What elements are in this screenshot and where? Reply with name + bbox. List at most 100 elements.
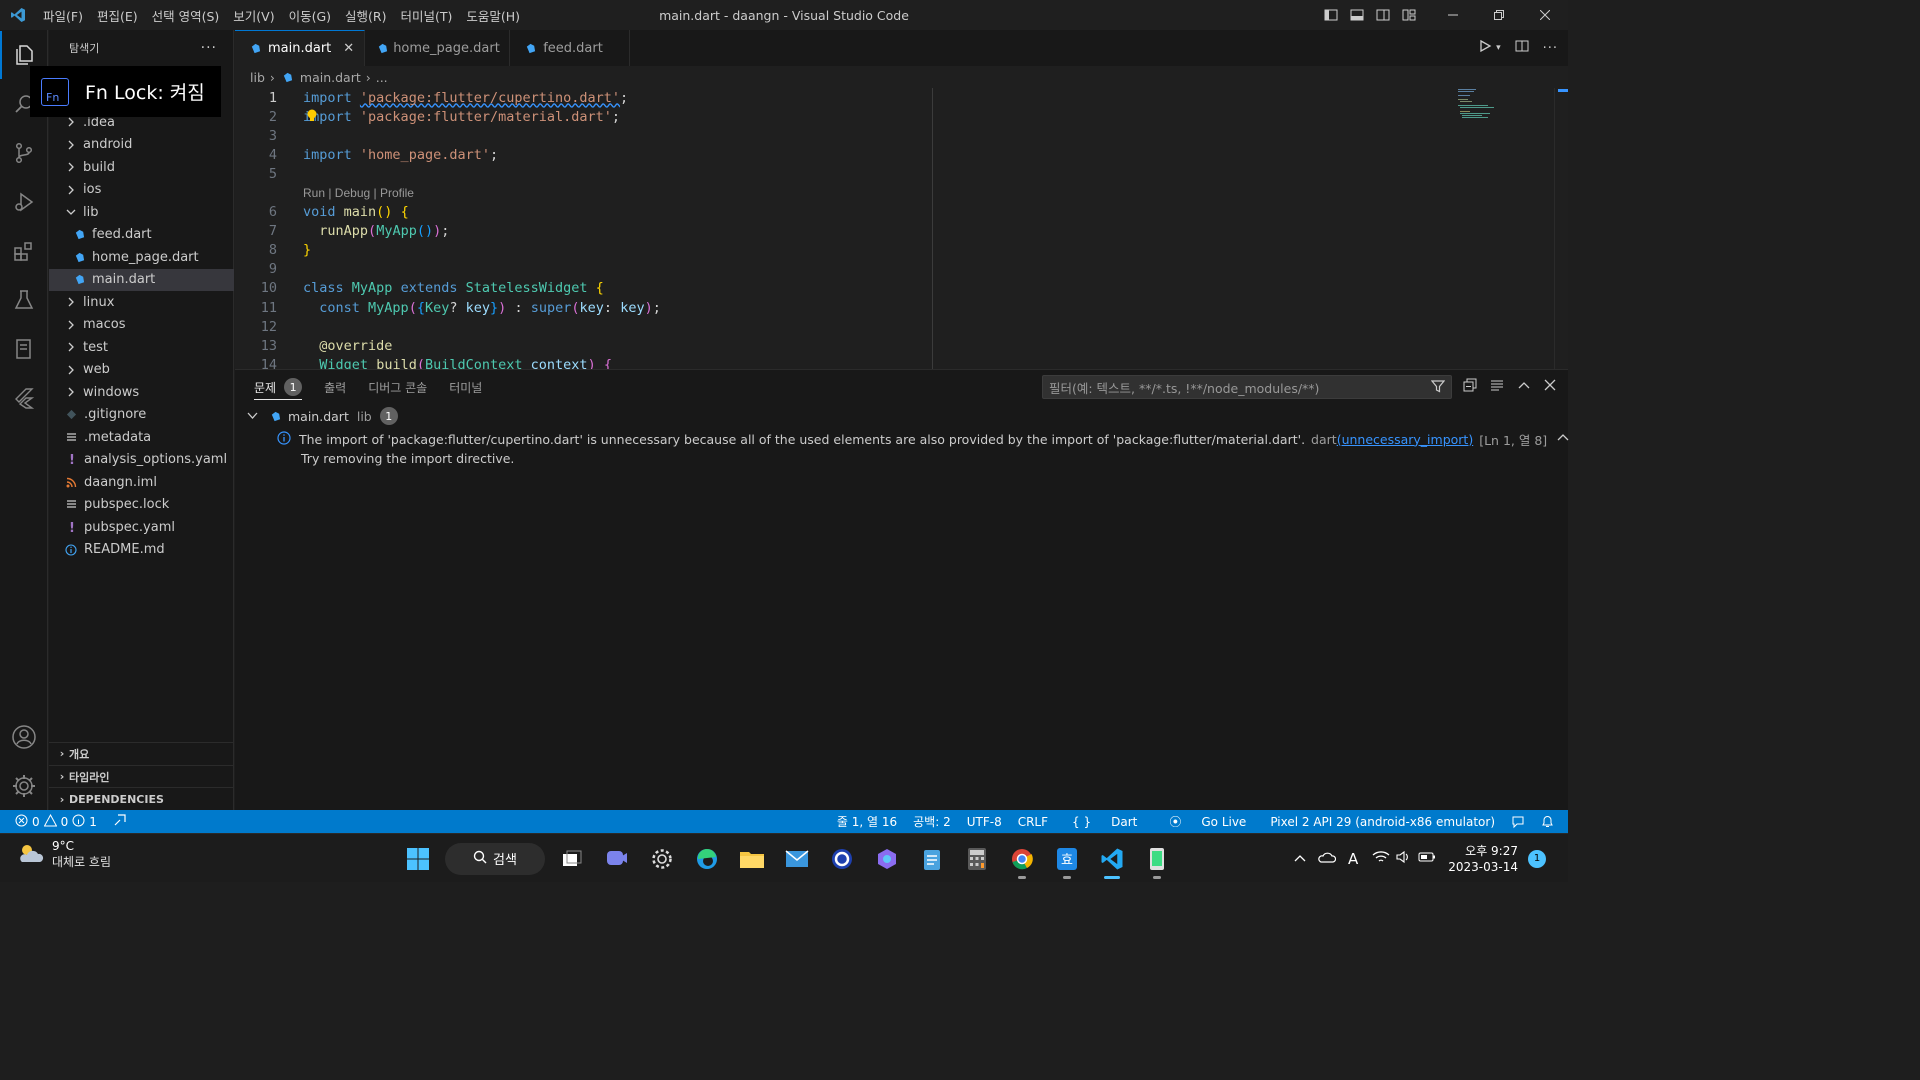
dictionary-app-icon[interactable]: 효 xyxy=(1049,841,1085,879)
end-of-line[interactable]: CRLF xyxy=(1010,815,1056,829)
calculator-icon[interactable] xyxy=(959,841,995,877)
folder-item[interactable]: build xyxy=(49,156,234,179)
file-item[interactable]: ! analysis_options.yaml xyxy=(49,449,234,472)
menu-edit[interactable]: 편집(E) xyxy=(90,6,145,25)
accounts-icon[interactable] xyxy=(0,713,48,761)
tab-debug-console[interactable]: 디버그 콘솔 xyxy=(368,370,427,404)
extensions-icon[interactable] xyxy=(0,227,48,275)
settings-gear-icon[interactable] xyxy=(0,762,48,810)
folder-item[interactable]: lib xyxy=(49,201,234,224)
toggle-primary-sidebar-icon[interactable] xyxy=(1318,7,1344,23)
notification-badge[interactable]: 1 xyxy=(1528,849,1546,868)
language-mode[interactable]: { } Dart xyxy=(1056,815,1153,829)
folder-item[interactable]: web xyxy=(49,359,234,382)
menu-file[interactable]: 파일(F) xyxy=(36,6,90,25)
notepad-icon[interactable] xyxy=(914,841,950,877)
dependencies-section[interactable]: › DEPENDENCIES xyxy=(49,787,234,810)
filter-icon[interactable] xyxy=(1430,379,1446,396)
go-live-button[interactable]: ⦿ Go Live xyxy=(1153,813,1262,830)
folder-item[interactable]: macos xyxy=(49,314,234,337)
close-panel-icon[interactable] xyxy=(1544,379,1556,395)
battery-icon[interactable] xyxy=(1418,851,1436,866)
editor-more-actions-icon[interactable]: ··· xyxy=(1543,41,1558,56)
chrome-browser-icon[interactable] xyxy=(1004,841,1040,879)
encoding[interactable]: UTF-8 xyxy=(959,815,1010,829)
run-debug-icon[interactable] xyxy=(0,178,48,226)
outline-section[interactable]: › 개요 xyxy=(49,742,234,765)
tab-terminal[interactable]: 터미널 xyxy=(449,370,482,404)
port-forward-icon[interactable] xyxy=(113,813,127,830)
file-item[interactable]: home_page.dart xyxy=(49,246,234,269)
wifi-icon[interactable] xyxy=(1372,850,1390,867)
breadcrumb-file[interactable]: main.dart xyxy=(300,70,361,85)
maximize-panel-icon[interactable] xyxy=(1517,378,1531,396)
run-icon[interactable] xyxy=(1478,39,1492,57)
problem-file-row[interactable]: main.dart lib 1 xyxy=(235,405,1568,427)
task-view-icon[interactable] xyxy=(554,841,590,877)
editor-scrollbar[interactable] xyxy=(1554,88,1568,369)
file-item[interactable]: main.dart xyxy=(49,268,234,291)
vscode-taskbar-icon[interactable] xyxy=(1094,841,1130,879)
android-emulator-icon[interactable] xyxy=(1139,841,1175,879)
problems-status[interactable]: 0 0 1 xyxy=(0,813,127,830)
file-item[interactable]: feed.dart xyxy=(49,224,234,247)
flutter-icon[interactable] xyxy=(0,374,48,422)
breadcrumb-more[interactable]: ... xyxy=(376,70,388,85)
cortana-app-icon[interactable] xyxy=(824,841,860,877)
notifications-bell-icon[interactable] xyxy=(1533,815,1568,829)
file-item[interactable]: ! pubspec.yaml xyxy=(49,516,234,539)
folder-item[interactable]: ios xyxy=(49,179,234,202)
feedback-icon[interactable] xyxy=(1503,815,1533,829)
toggle-panel-icon[interactable] xyxy=(1344,7,1370,23)
more-actions-icon[interactable]: ··· xyxy=(201,40,217,56)
folder-item[interactable]: test xyxy=(49,336,234,359)
toggle-secondary-sidebar-icon[interactable] xyxy=(1370,7,1396,23)
testing-icon[interactable] xyxy=(0,276,48,324)
copilot-icon[interactable] xyxy=(869,841,905,877)
problem-code-link[interactable]: (unnecessary_import) xyxy=(1337,432,1474,447)
close-window-button[interactable] xyxy=(1522,0,1568,30)
tab-home-page-dart[interactable]: home_page.dart xyxy=(365,30,511,66)
file-explorer-icon[interactable] xyxy=(734,841,770,877)
problem-item[interactable]: The import of 'package:flutter/cupertino… xyxy=(277,428,1569,450)
clock[interactable]: 오후 9:27 2023-03-14 xyxy=(1448,843,1518,875)
split-editor-icon[interactable] xyxy=(1515,39,1529,57)
flutter-device[interactable]: Pixel 2 API 29 (android-x86 emulator) xyxy=(1262,815,1503,829)
lightbulb-icon[interactable] xyxy=(306,109,318,123)
tab-feed-dart[interactable]: feed.dart xyxy=(510,30,631,66)
show-hidden-icons-icon[interactable] xyxy=(1294,852,1306,866)
menu-help[interactable]: 도움말(H) xyxy=(459,6,527,25)
view-as-list-icon[interactable] xyxy=(1490,378,1504,396)
taskbar-search[interactable]: 검색 xyxy=(445,842,545,875)
restore-button[interactable] xyxy=(1476,0,1522,30)
minimap[interactable] xyxy=(1458,88,1498,128)
file-item[interactable]: pubspec.lock xyxy=(49,494,234,517)
mail-icon[interactable] xyxy=(779,841,815,877)
windows-start-icon[interactable] xyxy=(400,841,436,877)
ime-language-icon[interactable]: A xyxy=(1348,850,1358,868)
tab-output[interactable]: 출력 xyxy=(324,370,346,404)
chevron-down-icon[interactable]: ▾ xyxy=(1496,43,1501,53)
menu-terminal[interactable]: 터미널(T) xyxy=(394,6,460,25)
folder-item[interactable]: windows xyxy=(49,381,234,404)
teams-chat-icon[interactable] xyxy=(599,841,635,877)
file-item[interactable]: .metadata xyxy=(49,426,234,449)
file-item[interactable]: .gitignore xyxy=(49,404,234,427)
edge-browser-icon[interactable] xyxy=(689,841,725,877)
collapse-all-icon[interactable] xyxy=(1463,378,1477,396)
customize-layout-icon[interactable] xyxy=(1396,7,1422,23)
menu-run[interactable]: 실행(R) xyxy=(338,6,393,25)
file-item[interactable]: daangn.iml xyxy=(49,471,234,494)
tab-problems[interactable]: 문제 1 xyxy=(254,370,303,404)
menu-view[interactable]: 보기(V) xyxy=(226,6,281,25)
breadcrumb-folder[interactable]: lib xyxy=(250,70,265,85)
weather-widget[interactable]: 9°C 대체로 흐림 xyxy=(16,839,111,870)
minimize-button[interactable] xyxy=(1430,0,1476,30)
indentation[interactable]: 공백: 2 xyxy=(905,813,959,830)
tab-main-dart[interactable]: main.dart ✕ xyxy=(235,30,366,66)
chevron-up-icon[interactable] xyxy=(1557,432,1569,447)
code-editor[interactable]: 1 import 'package:flutter/cupertino.dart'… xyxy=(235,88,1568,369)
problems-filter-input[interactable]: 필터(예: 텍스트, **/*.ts, !**/node_modules/**) xyxy=(1042,375,1452,399)
volume-icon[interactable] xyxy=(1396,850,1412,867)
codelens-run-debug[interactable]: Run | Debug | Profile xyxy=(303,186,414,200)
